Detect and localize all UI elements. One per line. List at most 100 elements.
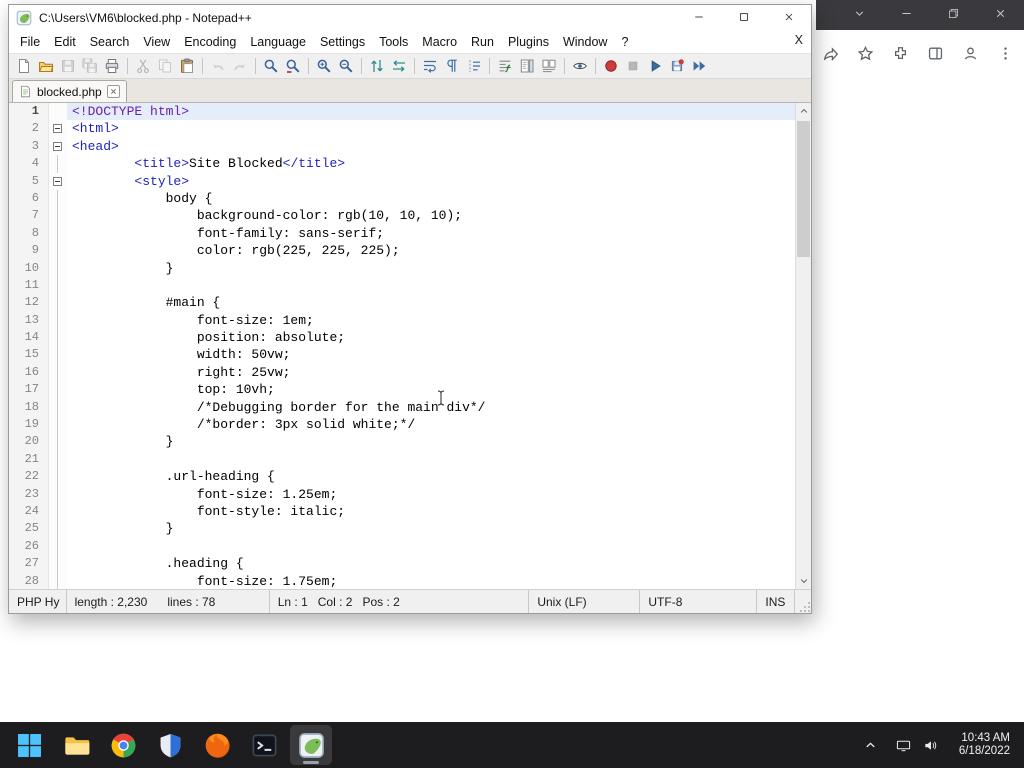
code-line-19[interactable]: 19 /*border: 3px solid white;*/ <box>9 416 795 434</box>
scroll-down-icon[interactable] <box>796 573 811 589</box>
line-number[interactable]: 28 <box>9 572 49 589</box>
taskbar-notepad-plus-plus-button[interactable] <box>290 725 332 765</box>
taskbar-clock[interactable]: 10:43 AM 6/18/2022 <box>959 732 1010 759</box>
cut-button[interactable] <box>132 55 154 77</box>
menu-item-tools[interactable]: Tools <box>372 33 415 51</box>
document-map-button[interactable] <box>516 55 538 77</box>
line-number[interactable]: 10 <box>9 259 49 277</box>
menubar-close-button[interactable]: X <box>795 33 803 47</box>
taskbar-firefox-button[interactable] <box>196 725 238 765</box>
line-number[interactable]: 12 <box>9 294 49 312</box>
tab-close-icon[interactable] <box>106 85 120 98</box>
copy-button[interactable] <box>154 55 176 77</box>
line-number[interactable]: 14 <box>9 329 49 347</box>
line-number[interactable]: 21 <box>9 450 49 469</box>
code-line-16[interactable]: 16 right: 25vw; <box>9 363 795 382</box>
code-line-4[interactable]: 4 <title>Site Blocked</title> <box>9 155 795 173</box>
code-line-3[interactable]: 3 <head> <box>9 137 795 156</box>
zoom-out-button[interactable] <box>335 55 357 77</box>
line-number[interactable]: 25 <box>9 520 49 538</box>
menu-item-window[interactable]: Window <box>556 33 614 51</box>
code-line-6[interactable]: 6 body { <box>9 189 795 208</box>
line-number[interactable]: 1 <box>9 103 49 121</box>
line-number[interactable]: 22 <box>9 468 49 486</box>
titlebar[interactable]: C:\Users\VM6\blocked.php - Notepad++ <box>9 5 811 31</box>
tray-icon-group[interactable] <box>888 726 947 764</box>
resize-grip-icon[interactable] <box>795 590 811 613</box>
open-file-button[interactable] <box>35 55 57 77</box>
line-number[interactable]: 17 <box>9 381 49 399</box>
print-button[interactable] <box>101 55 123 77</box>
sync-vertical-button[interactable] <box>366 55 388 77</box>
line-number[interactable]: 9 <box>9 242 49 260</box>
menu-item-settings[interactable]: Settings <box>313 33 372 51</box>
browser-split-screen-button[interactable] <box>922 40 948 66</box>
code-line-17[interactable]: 17 top: 10vh; <box>9 381 795 399</box>
code-line-11[interactable]: 11 <box>9 276 795 295</box>
save-button[interactable] <box>57 55 79 77</box>
menu-item-run[interactable]: Run <box>464 33 501 51</box>
monitoring-button[interactable] <box>569 55 591 77</box>
menu-item-help[interactable]: ? <box>614 33 635 51</box>
browser-dropdown-button[interactable] <box>836 0 883 30</box>
menu-item-edit[interactable]: Edit <box>47 33 83 51</box>
find-button[interactable] <box>260 55 282 77</box>
code-line-5[interactable]: 5 <style> <box>9 172 795 190</box>
vertical-scrollbar[interactable] <box>795 103 811 589</box>
code-line-20[interactable]: 20 } <box>9 433 795 451</box>
menu-item-plugins[interactable]: Plugins <box>501 33 556 51</box>
browser-profile-button[interactable] <box>957 40 983 66</box>
code-line-27[interactable]: 27 .heading { <box>9 555 795 573</box>
line-number[interactable]: 5 <box>9 172 49 190</box>
line-number[interactable]: 3 <box>9 137 49 156</box>
run-macro-button[interactable] <box>688 55 710 77</box>
line-number[interactable]: 16 <box>9 363 49 382</box>
line-number[interactable]: 18 <box>9 398 49 417</box>
line-number[interactable]: 4 <box>9 155 49 173</box>
code-line-15[interactable]: 15 width: 50vw; <box>9 346 795 364</box>
show-indent-guide-button[interactable] <box>463 55 485 77</box>
taskbar-chrome-button[interactable] <box>102 725 144 765</box>
save-macro-button[interactable] <box>666 55 688 77</box>
menu-item-macro[interactable]: Macro <box>415 33 464 51</box>
taskbar-security-shield-button[interactable] <box>149 725 191 765</box>
replace-button[interactable] <box>282 55 304 77</box>
browser-share-button[interactable] <box>817 40 843 66</box>
window-close-button[interactable] <box>766 5 811 31</box>
fold-collapse-icon[interactable] <box>53 176 62 186</box>
scrollbar-track[interactable] <box>796 119 811 573</box>
code-line-25[interactable]: 25 } <box>9 520 795 538</box>
line-number[interactable]: 11 <box>9 276 49 295</box>
tab-blocked-php[interactable]: blocked.php <box>12 80 127 102</box>
browser-minimize-button[interactable] <box>883 0 930 30</box>
code-line-12[interactable]: 12 #main { <box>9 294 795 312</box>
code-line-2[interactable]: 2 <html> <box>9 120 795 138</box>
code-line-9[interactable]: 9 color: rgb(225, 225, 225); <box>9 242 795 260</box>
code-line-13[interactable]: 13 font-size: 1em; <box>9 311 795 330</box>
word-wrap-button[interactable] <box>419 55 441 77</box>
document-list-button[interactable] <box>538 55 560 77</box>
line-number[interactable]: 26 <box>9 537 49 556</box>
window-minimize-button[interactable] <box>676 5 721 31</box>
stop-macro-button[interactable] <box>622 55 644 77</box>
line-number[interactable]: 23 <box>9 485 49 503</box>
redo-button[interactable] <box>229 55 251 77</box>
scrollbar-thumb[interactable] <box>797 121 810 257</box>
code-line-26[interactable]: 26 <box>9 537 795 556</box>
code-line-7[interactable]: 7 background-color: rgb(10, 10, 10); <box>9 207 795 225</box>
line-number[interactable]: 27 <box>9 555 49 573</box>
menu-item-encoding[interactable]: Encoding <box>177 33 243 51</box>
sync-horizontal-button[interactable] <box>388 55 410 77</box>
menu-item-search[interactable]: Search <box>83 33 137 51</box>
line-number[interactable]: 15 <box>9 346 49 364</box>
fold-collapse-icon[interactable] <box>53 124 62 134</box>
code-line-22[interactable]: 22 .url-heading { <box>9 468 795 486</box>
menu-item-language[interactable]: Language <box>243 33 313 51</box>
code-line-14[interactable]: 14 position: absolute; <box>9 329 795 347</box>
undo-button[interactable] <box>207 55 229 77</box>
taskbar-start-button[interactable] <box>8 725 50 765</box>
browser-restore-button[interactable] <box>930 0 977 30</box>
zoom-in-button[interactable] <box>313 55 335 77</box>
menu-item-view[interactable]: View <box>136 33 177 51</box>
line-number[interactable]: 8 <box>9 224 49 243</box>
